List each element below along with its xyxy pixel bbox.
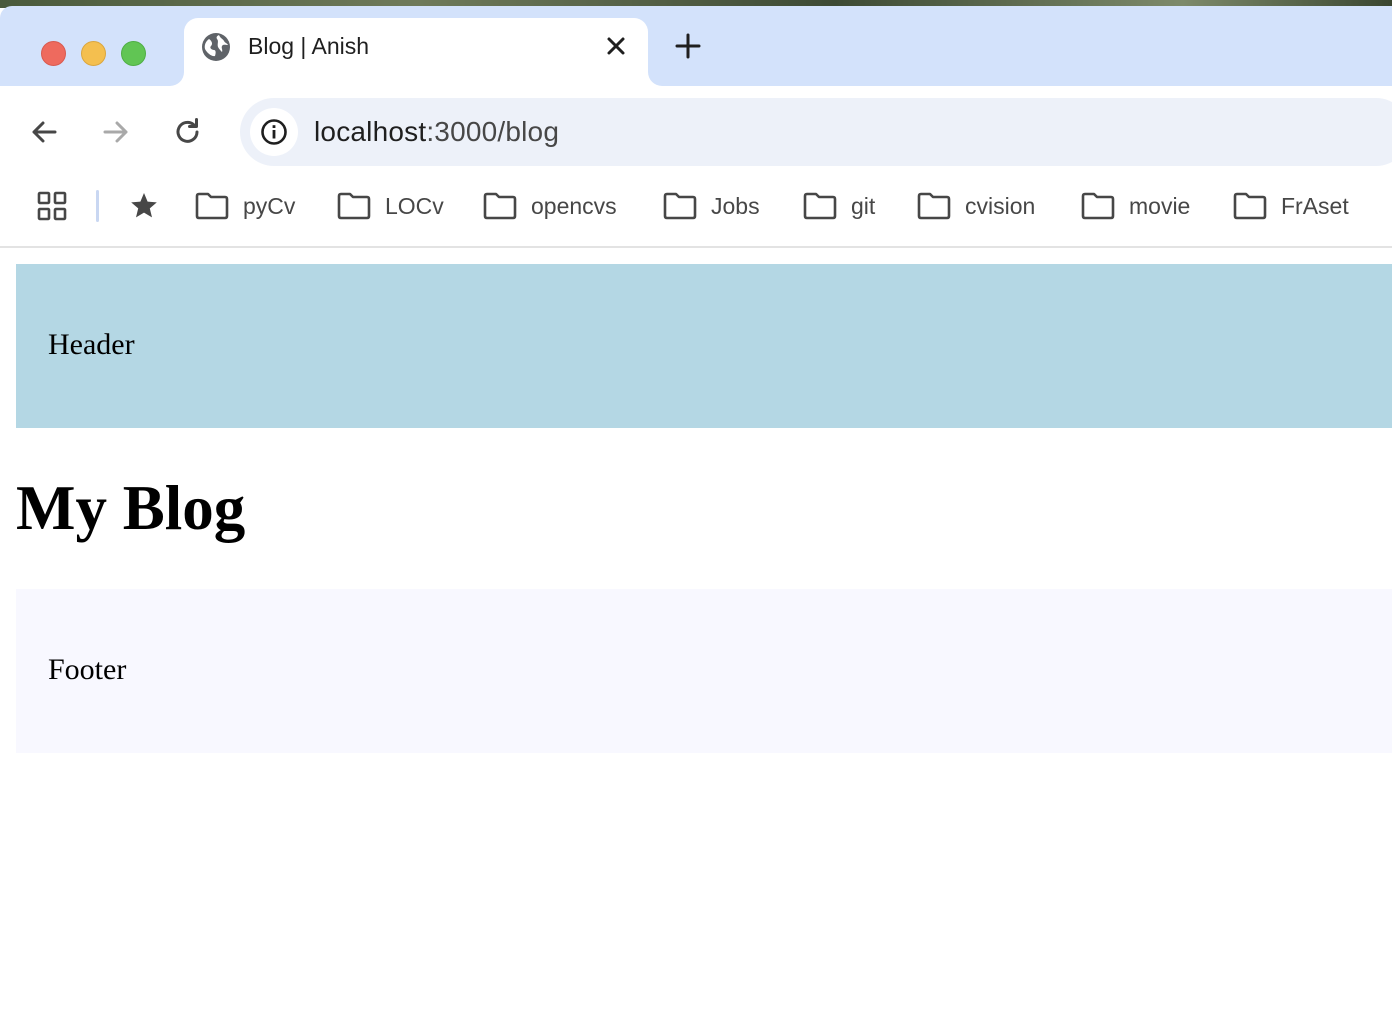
folder-icon [803,192,837,220]
folder-icon [1081,192,1115,220]
window-maximize-button[interactable] [121,41,146,66]
bookmarks-bar: pyCv LOCv opencvs Jobs git cvision movie… [0,178,1392,248]
window-minimize-button[interactable] [81,41,106,66]
bookmark-label: LOCv [385,193,444,219]
address-bar[interactable]: localhost:3000/blog [240,98,1392,166]
folder-icon [663,192,697,220]
bookmarks-separator [96,190,99,222]
bookmark-label: opencvs [531,193,617,219]
tab-title: Blog | Anish [248,33,370,59]
page-title: My Blog [16,473,246,543]
header-text: Header [48,328,135,361]
bookmark-jobs[interactable]: Jobs [663,190,760,222]
page-content: Header My Blog Footer [0,248,1392,1028]
bookmark-movie[interactable]: movie [1081,190,1190,222]
reload-icon[interactable] [172,116,204,148]
bookmark-label: cvision [965,193,1036,219]
forward-arrow-icon[interactable] [100,116,132,148]
close-icon[interactable] [604,34,628,58]
globe-icon [202,33,230,61]
info-icon [261,119,287,145]
new-tab-button[interactable] [674,32,702,60]
browser-tab-active[interactable]: Blog | Anish [184,18,648,86]
bookmark-label: git [851,193,876,219]
bookmark-label: pyCv [243,193,296,219]
folder-icon [483,192,517,220]
folder-icon [917,192,951,220]
folder-icon [1233,192,1267,220]
bookmark-locv[interactable]: LOCv [337,190,444,222]
bookmark-label: FrAset [1281,193,1349,219]
browser-toolbar: localhost:3000/blog [0,86,1392,178]
url-text: localhost:3000/blog [314,114,559,150]
bookmark-pycv[interactable]: pyCv [195,190,295,222]
star-icon[interactable] [128,190,160,222]
page-header: Header [16,264,1392,428]
bookmark-label: Jobs [711,193,760,219]
site-info-button[interactable] [250,108,298,156]
folder-icon [337,192,371,220]
back-arrow-icon[interactable] [28,116,60,148]
bookmark-git[interactable]: git [803,190,875,222]
url-path: :3000/blog [426,116,560,147]
folder-icon [195,192,229,220]
apps-grid-icon[interactable] [36,190,68,222]
bookmark-cvision[interactable]: cvision [917,190,1035,222]
bookmark-label: movie [1129,193,1191,219]
window-close-button[interactable] [41,41,66,66]
page-footer: Footer [16,589,1392,753]
bookmark-fraset[interactable]: FrAset [1233,190,1349,222]
footer-text: Footer [48,653,127,686]
url-host: localhost [314,116,427,147]
bookmark-opencvs[interactable]: opencvs [483,190,617,222]
